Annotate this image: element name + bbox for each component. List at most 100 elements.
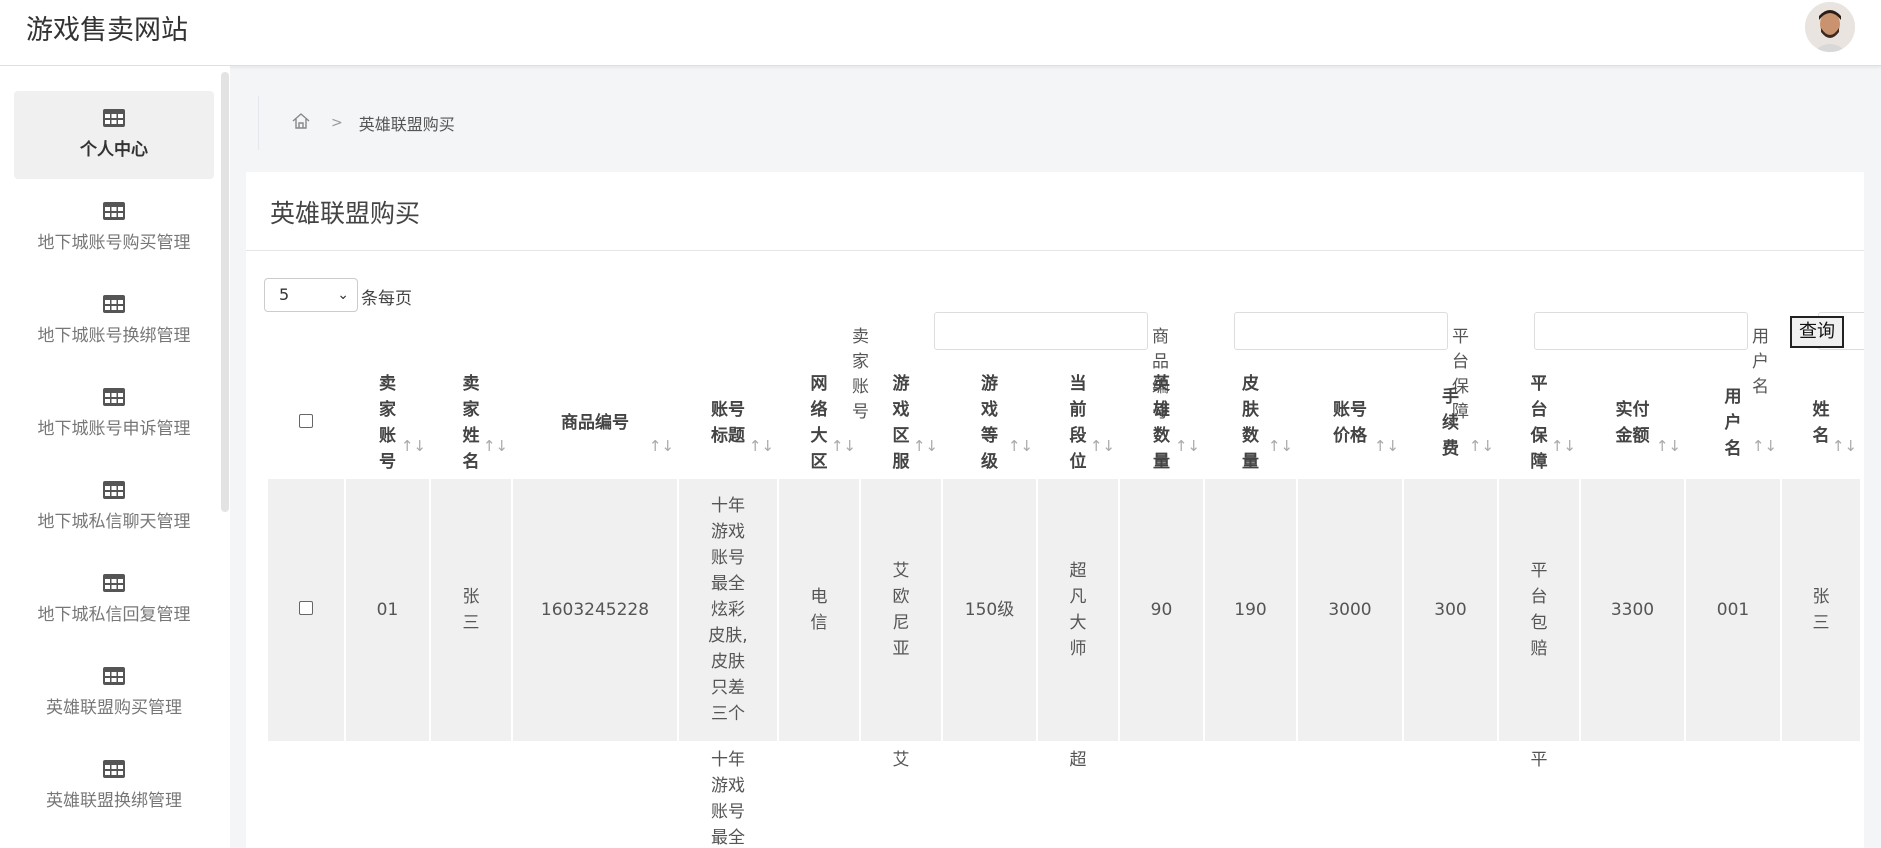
column-header[interactable]: 英雄数量 ↑↓ bbox=[1119, 368, 1204, 478]
sidebar-item-3[interactable]: 地下城账号申诉管理 bbox=[14, 370, 214, 458]
sort-icon[interactable]: ↑↓ bbox=[1752, 437, 1777, 455]
column-header[interactable]: 平台保障 ↑↓ bbox=[1498, 368, 1580, 478]
table-cell: 超 bbox=[1036, 741, 1120, 848]
site-title: 游戏售卖网站 bbox=[26, 15, 188, 46]
table-cell: 3000 bbox=[1296, 477, 1404, 743]
column-header[interactable]: 网络大区 ↑↓ bbox=[778, 368, 860, 478]
column-header[interactable]: 游戏等级 ↑↓ bbox=[942, 368, 1037, 478]
table-cell bbox=[1203, 741, 1298, 848]
table-cell: 艾 bbox=[859, 741, 943, 848]
sidebar-item-label: 地下城账号购买管理 bbox=[37, 233, 191, 253]
column-header[interactable]: 皮肤数量 ↑↓ bbox=[1204, 368, 1297, 478]
top-bar: 游戏售卖网站 bbox=[0, 0, 1881, 66]
sidebar-item-label: 个人中心 bbox=[80, 140, 148, 160]
sidebar-item-7[interactable]: 英雄联盟换绑管理 bbox=[14, 742, 214, 830]
column-header[interactable]: 游戏区服 ↑↓ bbox=[860, 368, 942, 478]
sidebar-item-label: 地下城私信聊天管理 bbox=[37, 512, 191, 532]
table-cell: 超凡大师 bbox=[1036, 477, 1120, 743]
sort-icon[interactable]: ↑↓ bbox=[1551, 437, 1576, 455]
table-cell bbox=[1296, 741, 1404, 848]
table-cell: 3300 bbox=[1579, 477, 1686, 743]
table-cell bbox=[1684, 741, 1782, 848]
table-cell bbox=[344, 741, 431, 848]
page-size-value: 5 bbox=[279, 285, 290, 304]
table-icon bbox=[103, 295, 125, 313]
column-header[interactable]: 账号价格 ↑↓ bbox=[1297, 368, 1403, 478]
table-cell: 1603245228 bbox=[511, 477, 679, 743]
table-row[interactable]: 十年游戏账号最全艾超 平 bbox=[266, 741, 1862, 848]
seller-account-input[interactable] bbox=[934, 312, 1148, 350]
table-icon bbox=[103, 667, 125, 685]
sidebar-item-label: 地下城账号换绑管理 bbox=[37, 326, 191, 346]
row-checkbox[interactable] bbox=[266, 477, 346, 743]
sort-icon[interactable]: ↑↓ bbox=[1469, 437, 1494, 455]
column-header[interactable]: 手续费 ↑↓ bbox=[1403, 368, 1498, 478]
sort-icon[interactable]: ↑↓ bbox=[1832, 437, 1857, 455]
table-cell bbox=[1118, 741, 1205, 848]
avatar[interactable] bbox=[1805, 2, 1855, 52]
table-cell: 艾欧尼亚 bbox=[859, 477, 943, 743]
table-cell bbox=[1579, 741, 1686, 848]
sidebar-item-label: 英雄联盟购买管理 bbox=[46, 698, 182, 718]
table-icon bbox=[103, 760, 125, 778]
sidebar-item-label: 地下城私信回复管理 bbox=[37, 605, 191, 625]
sort-icon[interactable]: ↑↓ bbox=[1175, 437, 1200, 455]
home-icon[interactable] bbox=[291, 111, 311, 135]
table-cell: 平 bbox=[1497, 741, 1581, 848]
sidebar-scrollbar[interactable] bbox=[221, 72, 229, 512]
column-header[interactable]: 实付金额 ↑↓ bbox=[1580, 368, 1685, 478]
sort-icon[interactable]: ↑↓ bbox=[1090, 437, 1115, 455]
chevron-down-icon: ⌄ bbox=[337, 287, 349, 303]
page-size-label: 条每页 bbox=[361, 289, 412, 309]
sort-icon[interactable]: ↑↓ bbox=[1374, 437, 1399, 455]
table-cell: 01 bbox=[344, 477, 431, 743]
column-header[interactable]: 当前段位 ↑↓ bbox=[1037, 368, 1119, 478]
sidebar-item-0[interactable]: 个人中心 bbox=[14, 91, 214, 179]
row-checkbox[interactable] bbox=[266, 741, 346, 848]
column-header[interactable]: 用户名 ↑↓ bbox=[1685, 368, 1781, 478]
sort-icon[interactable]: ↑↓ bbox=[1008, 437, 1033, 455]
sort-icon[interactable]: ↑↓ bbox=[749, 437, 774, 455]
table-cell: 张三 bbox=[429, 477, 513, 743]
sort-icon[interactable]: ↑↓ bbox=[649, 437, 674, 455]
table-cell: 150级 bbox=[941, 477, 1038, 743]
select-all-checkbox[interactable] bbox=[267, 368, 345, 478]
product-no-input[interactable] bbox=[1234, 312, 1448, 350]
sidebar-item-6[interactable]: 英雄联盟购买管理 bbox=[14, 649, 214, 737]
breadcrumb-current: 英雄联盟购买 bbox=[358, 115, 455, 134]
data-table: 卖家账号 ↑↓ 卖家姓名 ↑↓ 商品编号 ↑↓ 账号标题 ↑↓ 网络大区 ↑↓ 游戏区服 ↑↓ 游戏等级… bbox=[266, 368, 1862, 848]
table-icon bbox=[103, 202, 125, 220]
sort-icon[interactable]: ↑↓ bbox=[483, 437, 508, 455]
sidebar-item-1[interactable]: 地下城账号购买管理 bbox=[14, 184, 214, 272]
table-cell bbox=[1402, 741, 1499, 848]
column-header[interactable]: 商品编号 ↑↓ bbox=[512, 368, 678, 478]
table-icon bbox=[103, 481, 125, 499]
column-header[interactable]: 账号标题 ↑↓ bbox=[678, 368, 778, 478]
sidebar-item-4[interactable]: 地下城私信聊天管理 bbox=[14, 463, 214, 551]
sort-icon[interactable]: ↑↓ bbox=[831, 437, 856, 455]
panel-title: 英雄联盟购买 bbox=[270, 199, 421, 228]
table-cell bbox=[1780, 741, 1862, 848]
search-button[interactable]: 查询 bbox=[1790, 316, 1844, 348]
column-header[interactable]: 卖家账号 ↑↓ bbox=[345, 368, 430, 478]
table-cell bbox=[429, 741, 513, 848]
divider bbox=[246, 250, 1864, 251]
table-cell: 电信 bbox=[777, 477, 861, 743]
sidebar-item-5[interactable]: 地下城私信回复管理 bbox=[14, 556, 214, 644]
page-size-select[interactable]: 5 ⌄ bbox=[264, 278, 358, 312]
breadcrumb-separator-icon: > bbox=[331, 115, 343, 131]
table-cell: 十年游戏账号最全炫彩皮肤,皮肤只差三个 bbox=[677, 477, 779, 743]
table-row[interactable]: 01 张三 1603245228 十年游戏账号最全炫彩皮肤,皮肤只差三个 电信 艾欧尼亚 1… bbox=[266, 477, 1862, 743]
table-cell bbox=[941, 741, 1038, 848]
table-cell: 平台包赔 bbox=[1497, 477, 1581, 743]
sort-icon[interactable]: ↑↓ bbox=[1656, 437, 1681, 455]
sort-icon[interactable]: ↑↓ bbox=[1268, 437, 1293, 455]
sort-icon[interactable]: ↑↓ bbox=[913, 437, 938, 455]
table-icon bbox=[103, 109, 125, 127]
column-header[interactable]: 卖家姓名 ↑↓ bbox=[430, 368, 512, 478]
sidebar-item-2[interactable]: 地下城账号换绑管理 bbox=[14, 277, 214, 365]
guarantee-input[interactable] bbox=[1534, 312, 1748, 350]
column-header[interactable]: 姓名 ↑↓ bbox=[1781, 368, 1861, 478]
sort-icon[interactable]: ↑↓ bbox=[401, 437, 426, 455]
table-icon bbox=[103, 388, 125, 406]
